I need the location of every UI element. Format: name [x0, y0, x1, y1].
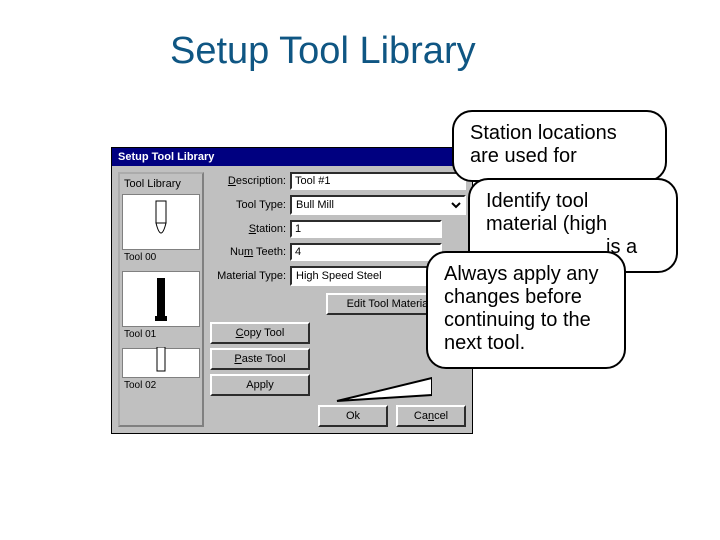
- copy-tool-button[interactable]: Copy Tool: [210, 322, 310, 344]
- tool-caption: Tool 02: [124, 380, 200, 391]
- numteeth-input[interactable]: [290, 243, 442, 261]
- station-label: Station:: [210, 223, 286, 235]
- tool-item-1[interactable]: [122, 271, 200, 327]
- station-input[interactable]: [290, 220, 442, 238]
- callout-text: material (high: [486, 213, 607, 235]
- description-input[interactable]: [290, 172, 466, 190]
- dialog-bottom-buttons: Ok Cancel: [210, 405, 466, 427]
- tool-library-panel: Tool Library Tool 00 Tool 01: [118, 172, 204, 427]
- callout-tail-icon: [332, 373, 432, 403]
- cancel-button[interactable]: Cancel: [396, 405, 466, 427]
- tool-item-2[interactable]: [122, 348, 200, 378]
- slide-title: Setup Tool Library: [170, 30, 476, 73]
- callout-text: Station locations are used for: [470, 122, 617, 167]
- tool-icon: [146, 276, 176, 322]
- tool-caption: Tool 01: [124, 329, 200, 340]
- dialog-title-bar: Setup Tool Library: [112, 148, 472, 166]
- callout-station: Station locations are used for: [452, 110, 667, 182]
- ok-button[interactable]: Ok: [318, 405, 388, 427]
- tool-icon: [146, 347, 176, 373]
- material-label: Material Type:: [210, 270, 286, 282]
- callout-text: Identify tool: [486, 190, 588, 212]
- tool-library-label: Tool Library: [124, 178, 200, 190]
- tool-icon: [146, 199, 176, 245]
- tooltype-select[interactable]: Bull Mill: [290, 195, 466, 215]
- callout-text: Always apply any changes before continui…: [444, 263, 599, 354]
- paste-tool-button[interactable]: Paste Tool: [210, 348, 310, 370]
- tooltype-label: Tool Type:: [210, 199, 286, 211]
- apply-button[interactable]: Apply: [210, 374, 310, 396]
- tool-item-0[interactable]: [122, 194, 200, 250]
- numteeth-label: Num Teeth:: [210, 246, 286, 258]
- callout-apply: Always apply any changes before continui…: [426, 251, 626, 369]
- tool-caption: Tool 00: [124, 252, 200, 263]
- description-label: Description:: [210, 175, 286, 187]
